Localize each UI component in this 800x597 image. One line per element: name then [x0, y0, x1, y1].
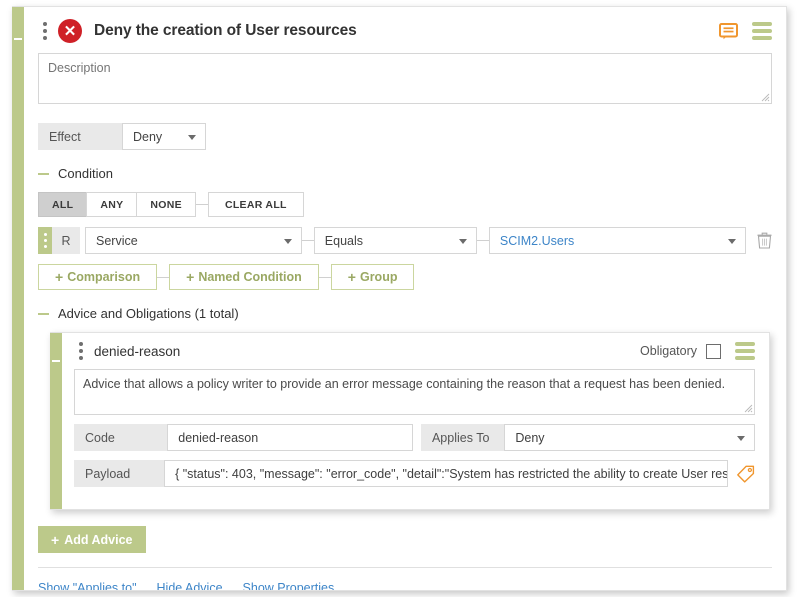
policy-drag-handle[interactable] — [38, 22, 52, 40]
condition-type-badge: R — [52, 227, 80, 254]
policy-accent-bar — [12, 7, 24, 590]
description-wrapper — [38, 53, 772, 104]
collapse-minus-icon — [38, 312, 49, 315]
advice-description-wrapper — [74, 369, 755, 415]
applies-to-value: Deny — [515, 430, 545, 445]
payload-value: { "status": 403, "message": "error_code"… — [175, 466, 728, 481]
policy-card-body: ✕ Deny the creation of User resources De… — [24, 7, 786, 590]
add-named-condition-label: Named Condition — [198, 270, 302, 284]
advice-collapse-toggle[interactable] — [51, 355, 61, 367]
condition-value-select[interactable]: SCIM2.Users — [488, 227, 746, 254]
plus-icon: + — [186, 269, 195, 285]
condition-operator-value: Equals — [324, 233, 364, 248]
payload-row: Payload { "status": 403, "message": "err… — [74, 460, 755, 487]
deny-circle-icon: ✕ — [58, 19, 82, 43]
condition-attribute-select[interactable]: Service — [85, 227, 303, 254]
condition-value-text: SCIM2.Users — [499, 233, 575, 248]
show-applies-to-link[interactable]: Show "Applies to" — [38, 581, 137, 590]
condition-operator-select[interactable]: Equals — [313, 227, 478, 254]
policy-card: ✕ Deny the creation of User resources De… — [12, 6, 787, 591]
collapse-minus-icon — [38, 172, 49, 175]
connector-line — [302, 240, 314, 241]
code-value: denied-reason — [178, 430, 259, 445]
applies-to-label: Applies To — [420, 424, 505, 451]
connector-line — [318, 276, 331, 278]
tag-icon[interactable] — [736, 460, 755, 487]
chevron-down-icon — [728, 238, 736, 244]
plus-icon: + — [55, 269, 64, 285]
advice-drag-handle[interactable] — [74, 342, 88, 360]
policy-collapse-toggle[interactable] — [13, 33, 23, 45]
footer-links: Show "Applies to" Hide Advice Show Prope… — [38, 581, 772, 590]
description-input[interactable] — [38, 53, 772, 104]
clear-all-button[interactable]: CLEAR ALL — [207, 192, 304, 217]
chevron-down-icon — [188, 134, 196, 140]
code-applies-row: Code denied-reason Applies To Deny — [74, 424, 755, 451]
footer-divider — [38, 567, 772, 568]
condition-attribute-value: Service — [96, 233, 138, 248]
code-input[interactable]: denied-reason — [167, 424, 413, 451]
match-type-any[interactable]: ANY — [86, 192, 138, 217]
effect-label: Effect — [38, 123, 122, 150]
advice-title: denied-reason — [94, 343, 181, 359]
match-type-group: ALL ANY NONE CLEAR ALL — [38, 192, 772, 217]
chevron-down-icon — [737, 435, 745, 441]
advice-section-label: Advice and Obligations (1 total) — [58, 306, 239, 321]
add-comparison-button[interactable]: + Comparison — [38, 264, 158, 290]
payload-input[interactable]: { "status": 403, "message": "error_code"… — [164, 460, 728, 487]
trash-icon[interactable] — [757, 232, 772, 249]
condition-drag-handle[interactable] — [38, 227, 52, 254]
add-advice-label: Add Advice — [64, 532, 133, 547]
condition-section-label: Condition — [58, 166, 113, 181]
payload-label: Payload — [74, 460, 165, 487]
hamburger-menu-icon[interactable] — [735, 342, 755, 360]
advice-card: denied-reason Obligatory Code — [50, 332, 770, 510]
advice-section-header[interactable]: Advice and Obligations (1 total) — [38, 306, 772, 321]
connector-line — [477, 240, 489, 241]
condition-section-header[interactable]: Condition — [38, 166, 772, 181]
advice-card-body: denied-reason Obligatory Code — [50, 333, 769, 487]
advice-header: denied-reason Obligatory — [74, 333, 755, 369]
hide-advice-link[interactable]: Hide Advice — [157, 581, 223, 590]
add-advice-button[interactable]: + Add Advice — [38, 526, 146, 553]
obligatory-label: Obligatory — [640, 344, 697, 358]
chevron-down-icon — [459, 238, 468, 244]
hamburger-menu-icon[interactable] — [752, 22, 772, 40]
connector-line — [195, 204, 208, 205]
chevron-down-icon — [284, 238, 293, 244]
add-group-button[interactable]: + Group — [330, 264, 415, 290]
add-comparison-label: Comparison — [67, 270, 141, 284]
page-title: Deny the creation of User resources — [94, 22, 357, 39]
effect-value: Deny — [133, 129, 163, 144]
advice-description-input[interactable] — [74, 369, 755, 415]
condition-expression-row: R Service Equals SCIM2.Users — [38, 227, 772, 254]
obligatory-checkbox[interactable] — [706, 343, 721, 359]
policy-header: ✕ Deny the creation of User resources — [38, 7, 772, 51]
applies-to-select[interactable]: Deny — [504, 424, 755, 451]
code-label: Code — [74, 424, 168, 451]
show-properties-link[interactable]: Show Properties — [243, 581, 335, 590]
connector-line — [157, 276, 170, 278]
effect-row: Effect Deny — [38, 123, 772, 150]
plus-icon: + — [347, 269, 356, 285]
plus-icon: + — [51, 531, 60, 548]
effect-select[interactable]: Deny — [122, 123, 206, 150]
add-named-condition-button[interactable]: + Named Condition — [169, 264, 319, 290]
match-type-none[interactable]: NONE — [136, 192, 196, 217]
condition-add-buttons: + Comparison + Named Condition + Group — [38, 264, 772, 290]
match-type-all[interactable]: ALL — [38, 192, 88, 217]
comment-icon[interactable] — [719, 22, 738, 40]
add-group-label: Group — [359, 270, 398, 284]
